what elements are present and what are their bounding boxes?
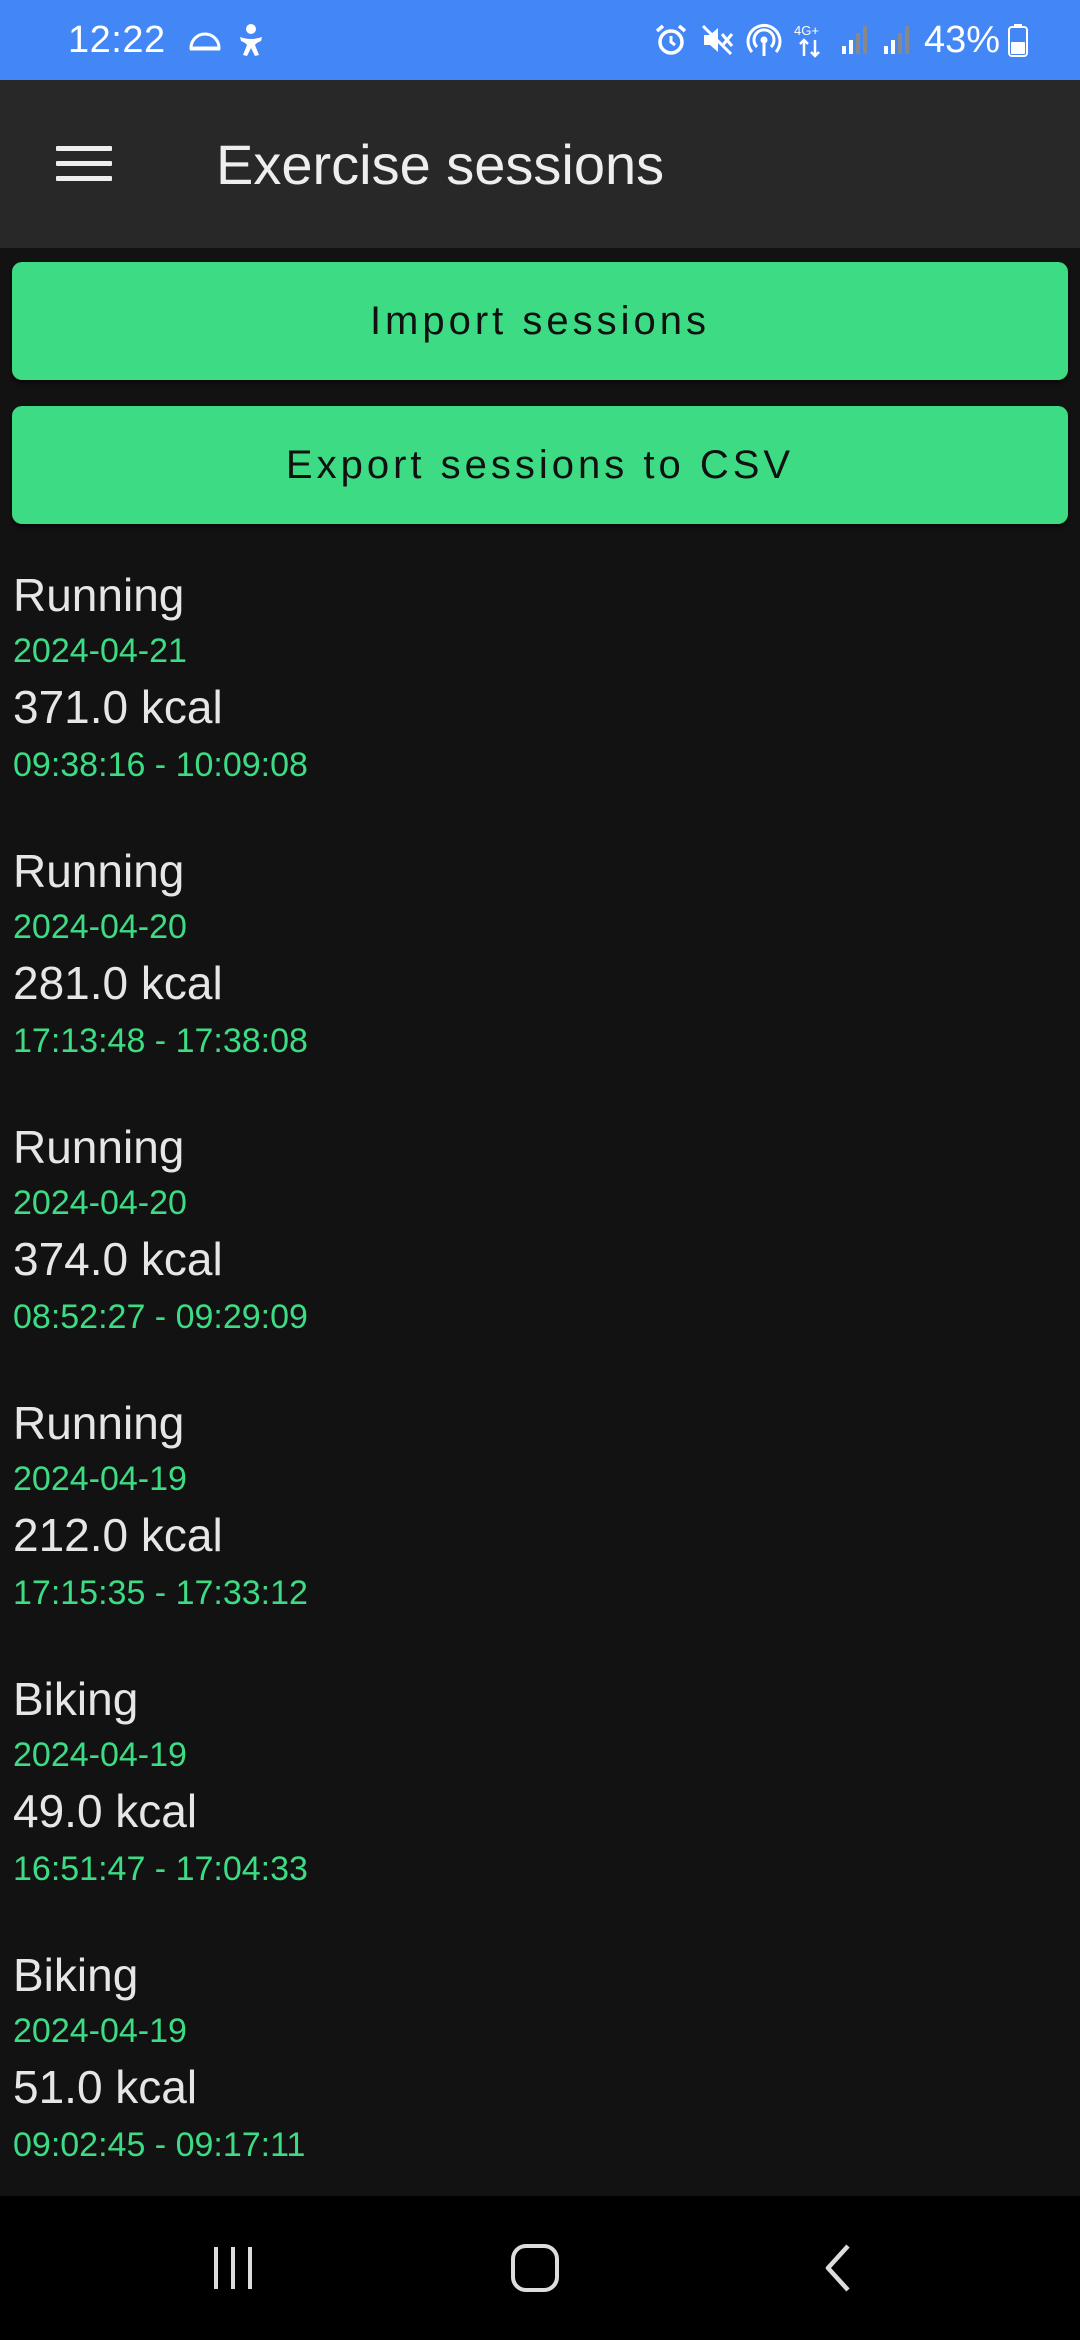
session-time-range: 17:15:35 - 17:33:12: [13, 1574, 308, 1612]
network-4g-icon: 4G+: [794, 22, 828, 58]
app-bar: Exercise sessions: [0, 80, 1080, 248]
back-icon[interactable]: [788, 2218, 888, 2318]
list-item[interactable]: Running 2024-04-20 281.0 kcal 17:13:48 -…: [0, 836, 1080, 1112]
session-kcal: 374.0 kcal: [13, 1233, 223, 1285]
battery-icon: [1008, 23, 1028, 57]
session-type: Running: [13, 569, 185, 621]
signal-icon: [882, 24, 912, 56]
alarm-icon: [654, 23, 688, 57]
session-type: Running: [13, 845, 185, 897]
list-item[interactable]: Biking 2024-04-19 51.0 kcal 09:02:45 - 0…: [0, 1940, 1080, 2216]
status-time: 12:22: [68, 18, 166, 61]
session-kcal: 212.0 kcal: [13, 1509, 223, 1561]
session-type: Biking: [13, 1949, 139, 2001]
hamburger-menu-icon[interactable]: [42, 122, 126, 206]
session-date: 2024-04-19: [13, 1736, 187, 1774]
session-time-range: 09:38:16 - 10:09:08: [13, 746, 308, 784]
session-time-range: 16:51:47 - 17:04:33: [13, 1850, 308, 1888]
session-time-range: 08:52:27 - 09:29:09: [13, 1298, 308, 1336]
recents-icon[interactable]: [183, 2218, 283, 2318]
session-time-range: 17:13:48 - 17:38:08: [13, 1022, 308, 1060]
session-date: 2024-04-21: [13, 632, 187, 670]
status-right: 4G+ 43%: [654, 19, 1040, 62]
session-kcal: 371.0 kcal: [13, 681, 223, 733]
svg-text:4G+: 4G+: [794, 23, 819, 38]
import-sessions-button[interactable]: Import sessions: [12, 262, 1068, 380]
session-type: Biking: [13, 1673, 139, 1725]
session-list: Running 2024-04-21 371.0 kcal 09:38:16 -…: [0, 560, 1080, 2216]
list-item[interactable]: Running 2024-04-20 374.0 kcal 08:52:27 -…: [0, 1112, 1080, 1388]
list-item[interactable]: Biking 2024-04-19 49.0 kcal 16:51:47 - 1…: [0, 1664, 1080, 1940]
export-sessions-csv-button[interactable]: Export sessions to CSV: [12, 406, 1068, 524]
status-left: 12:22: [68, 19, 280, 62]
list-item[interactable]: Running 2024-04-21 371.0 kcal 09:38:16 -…: [0, 560, 1080, 836]
session-date: 2024-04-19: [13, 1460, 187, 1498]
list-item[interactable]: Running 2024-04-19 212.0 kcal 17:15:35 -…: [0, 1388, 1080, 1664]
status-bar: 12:22 4G+ 43%: [0, 0, 1080, 80]
navigation-bar: [0, 2196, 1080, 2340]
signal-icon: [840, 24, 870, 56]
mute-icon: [700, 23, 734, 57]
session-time-range: 09:02:45 - 09:17:11: [13, 2126, 306, 2164]
battery-percent: 43%: [923, 18, 1000, 61]
session-kcal: 51.0 kcal: [13, 2061, 198, 2113]
session-kcal: 281.0 kcal: [13, 957, 223, 1009]
cloud-icon: [188, 28, 222, 52]
session-date: 2024-04-20: [13, 908, 187, 946]
session-type: Running: [13, 1397, 185, 1449]
page-title: Exercise sessions: [216, 132, 665, 196]
session-kcal: 49.0 kcal: [13, 1785, 198, 1837]
home-icon[interactable]: [485, 2218, 585, 2318]
session-date: 2024-04-20: [13, 1184, 187, 1222]
session-date: 2024-04-19: [13, 2012, 187, 2050]
accessibility-icon: [236, 23, 266, 57]
hotspot-icon: [746, 23, 782, 57]
session-type: Running: [13, 1121, 185, 1173]
